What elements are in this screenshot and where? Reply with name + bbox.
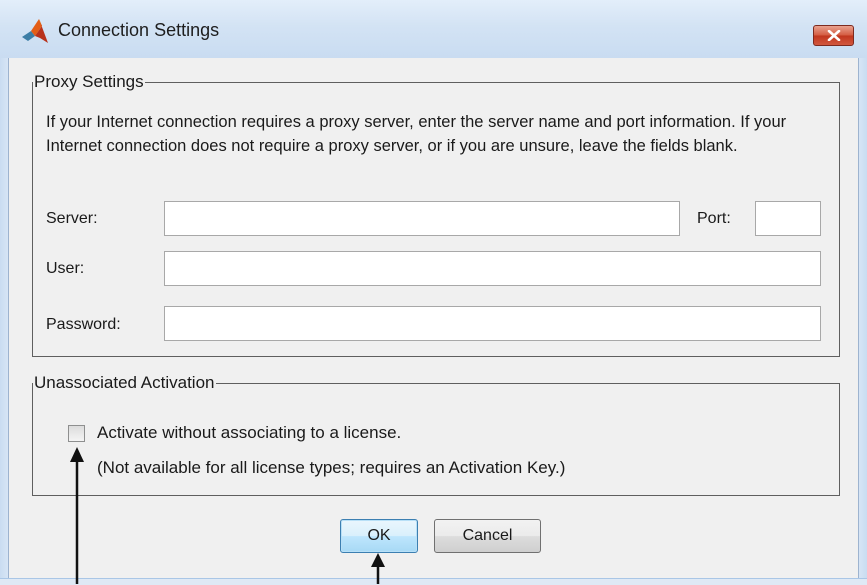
proxy-description: If your Internet connection requires a p…	[46, 113, 787, 155]
activate-without-license-label[interactable]: Activate without associating to a licens…	[97, 423, 401, 443]
activation-note: (Not available for all license types; re…	[97, 458, 566, 477]
close-button[interactable]	[813, 25, 854, 46]
window-frame-right	[859, 58, 867, 584]
connection-settings-dialog: Connection Settings Proxy Settings If yo…	[0, 0, 867, 585]
window-title: Connection Settings	[58, 20, 220, 40]
proxy-settings-title: Proxy Settings	[34, 72, 144, 91]
window-frame-left	[0, 58, 8, 584]
cancel-button[interactable]: Cancel	[434, 519, 541, 553]
user-input[interactable]	[164, 251, 821, 286]
user-label: User:	[46, 260, 85, 277]
password-input[interactable]	[164, 306, 821, 341]
matlab-logo-icon	[22, 19, 48, 43]
server-label: Server:	[46, 210, 98, 227]
server-input[interactable]	[164, 201, 680, 236]
ok-button[interactable]: OK	[340, 519, 418, 553]
unassociated-activation-title: Unassociated Activation	[34, 373, 215, 392]
port-label: Port:	[697, 210, 731, 227]
title-bar[interactable]: Connection Settings	[0, 0, 867, 58]
close-icon	[827, 30, 841, 41]
activate-without-license-checkbox[interactable]	[68, 425, 85, 442]
port-input[interactable]	[755, 201, 821, 236]
password-label: Password:	[46, 316, 121, 333]
